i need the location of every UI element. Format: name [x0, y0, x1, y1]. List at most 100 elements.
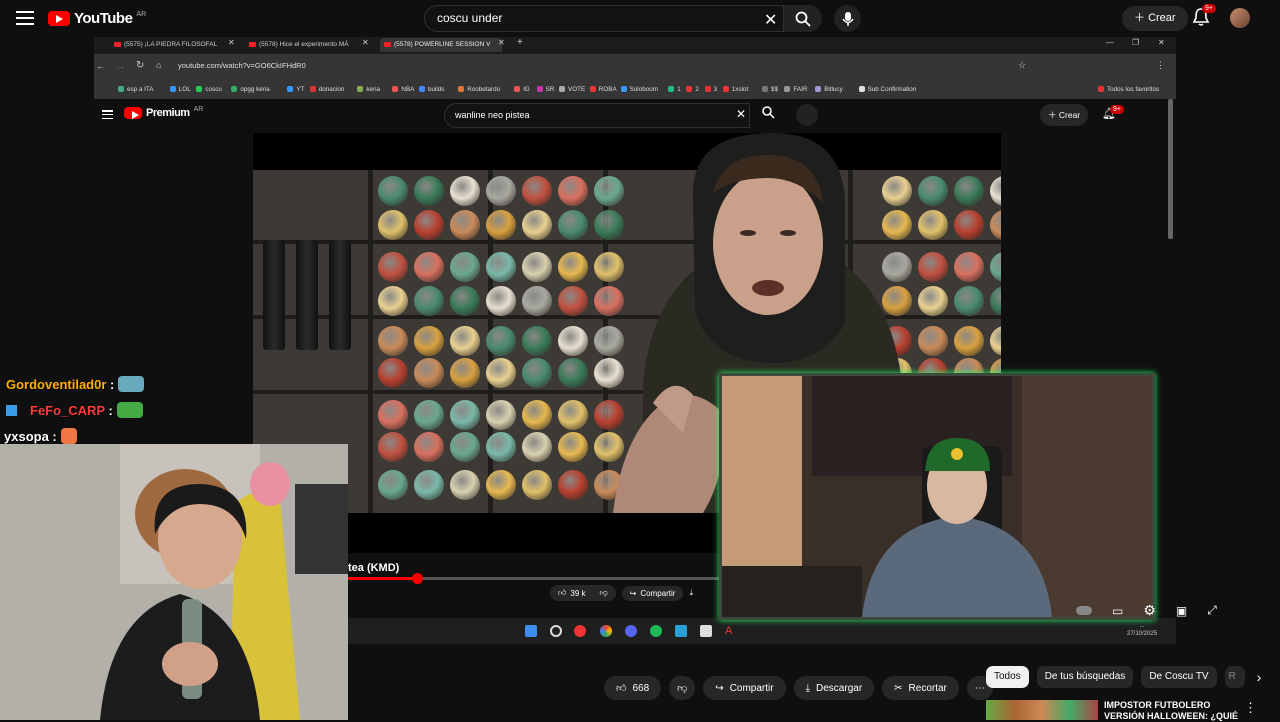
- menu-icon[interactable]: [16, 11, 34, 25]
- bookmark-item[interactable]: $$: [762, 86, 778, 93]
- browser-tab[interactable]: (5578) Hice el experimento MÁ: [245, 38, 357, 52]
- bookmark-item[interactable]: keria: [357, 86, 380, 93]
- inner-scrollbar[interactable]: [1168, 99, 1173, 239]
- autoplay-toggle[interactable]: [1076, 606, 1092, 615]
- app-icon[interactable]: [675, 625, 687, 637]
- close-tab-icon[interactable]: ✕: [498, 38, 505, 47]
- inner-search-input[interactable]: wanline neo pistea: [444, 103, 750, 128]
- windows-start-icon[interactable]: [525, 625, 537, 637]
- recommendation-title[interactable]: IMPOSTOR FUTBOLERO VERSIÓN HALLOWEEN: ¿Q…: [1104, 700, 1240, 722]
- bookmark-item[interactable]: Roobetardo: [458, 86, 500, 93]
- search-input[interactable]: coscu under: [424, 5, 784, 32]
- chrome-icon[interactable]: [600, 625, 612, 637]
- inner-download-icon[interactable]: ⤓: [689, 588, 693, 598]
- clear-search-icon[interactable]: ✕: [764, 10, 777, 30]
- chat-username: yxsopa: [4, 429, 49, 444]
- search-icon[interactable]: [550, 625, 562, 637]
- chip-from-searches[interactable]: De tus búsquedas: [1036, 666, 1134, 688]
- spray-can: [522, 176, 552, 206]
- bookmark-item[interactable]: Sub Confirmation: [859, 86, 917, 93]
- recommendation-thumbnail[interactable]: [986, 700, 1098, 720]
- chevron-right-icon[interactable]: ›: [1257, 666, 1262, 688]
- bookmark-item[interactable]: opgg keria: [231, 86, 269, 93]
- inner-share-button[interactable]: ↪ Compartir: [621, 585, 684, 601]
- app-icon[interactable]: A: [725, 625, 737, 637]
- app-icon[interactable]: [700, 625, 712, 637]
- voice-search-button[interactable]: [834, 5, 861, 32]
- dislike-button[interactable]: 👎︎: [669, 676, 696, 700]
- download-button[interactable]: ⤓ Descargar: [793, 676, 875, 700]
- url-field[interactable]: youtube.com/watch?v=GO6CkIFHdR0: [178, 61, 306, 70]
- bookmark-item[interactable]: NBA: [392, 86, 414, 93]
- bookmark-item[interactable]: VOTE: [559, 86, 585, 93]
- share-button[interactable]: ↪ Compartir: [703, 676, 786, 700]
- browser-tab[interactable]: (5575) ¡LA PIEDRA FILOSOFAL: [110, 38, 230, 52]
- seek-track[interactable]: [423, 577, 719, 580]
- bookmark-item[interactable]: 3: [705, 86, 718, 93]
- settings-gear-icon[interactable]: ⚙: [1143, 602, 1156, 619]
- thumbs-down-icon[interactable]: 👎︎: [600, 588, 608, 598]
- inner-create-button[interactable]: ＋ Crear: [1040, 104, 1089, 126]
- inner-video-actions: 👍︎ 39 k 👎︎ ↪ Compartir ⤓: [550, 583, 693, 603]
- new-tab-icon[interactable]: +: [517, 37, 523, 48]
- forward-icon[interactable]: →: [116, 61, 125, 71]
- seek-thumb[interactable]: [412, 573, 423, 584]
- miniplayer-icon[interactable]: ▣: [1176, 604, 1187, 618]
- browser-menu-icon[interactable]: ⋮: [1156, 60, 1165, 71]
- inner-microphone-icon[interactable]: [796, 104, 818, 126]
- bookmark-item[interactable]: SR: [537, 86, 555, 93]
- bookmark-item[interactable]: esp a ITA: [118, 86, 153, 93]
- create-label: Crear: [1148, 12, 1176, 24]
- taskbar-clock[interactable]: ... 27/10/2025: [1127, 622, 1157, 638]
- youtube-premium-logo[interactable]: Premium AR: [124, 106, 203, 119]
- bookmark-item[interactable]: IG: [514, 86, 530, 93]
- close-tab-icon[interactable]: ✕: [228, 38, 235, 47]
- bookmark-item[interactable]: 1xslot: [723, 86, 748, 93]
- bookmark-item[interactable]: donacion: [310, 86, 345, 93]
- search-button[interactable]: [784, 5, 822, 32]
- discord-icon[interactable]: [625, 625, 637, 637]
- chip-all[interactable]: Todos: [986, 666, 1029, 688]
- avatar[interactable]: [1230, 8, 1250, 28]
- chat-username: FeFo_CARP: [30, 403, 105, 418]
- spotify-icon[interactable]: [650, 625, 662, 637]
- bookmark-item[interactable]: Bitlucy: [815, 86, 843, 93]
- create-button[interactable]: ＋ Crear: [1122, 6, 1188, 31]
- more-icon: ⋯: [974, 682, 985, 694]
- close-window-icon[interactable]: ✕: [1158, 38, 1165, 47]
- bookmark-item[interactable]: Todos los favoritos: [1098, 86, 1159, 93]
- spray-can: [990, 252, 1001, 282]
- browser-tab-active[interactable]: (5578) POWERLINE SESSION V: [380, 38, 502, 52]
- inner-search-button[interactable]: [762, 106, 775, 124]
- home-icon[interactable]: ⌂: [156, 60, 161, 70]
- reload-icon[interactable]: ↻: [136, 60, 144, 71]
- notifications-button[interactable]: 9+: [1192, 4, 1216, 32]
- fullscreen-icon[interactable]: ⤢: [1207, 603, 1217, 618]
- maximize-icon[interactable]: ❐: [1132, 38, 1139, 47]
- bookmark-item[interactable]: Soloboom: [621, 86, 658, 93]
- bookmark-item[interactable]: ROBA: [590, 86, 617, 93]
- bookmark-item[interactable]: LOL: [170, 86, 191, 93]
- back-icon[interactable]: ←: [96, 61, 105, 71]
- chip-partial[interactable]: R: [1224, 666, 1245, 688]
- minimize-icon[interactable]: —: [1106, 38, 1114, 47]
- close-tab-icon[interactable]: ✕: [362, 38, 369, 47]
- like-button[interactable]: 👍︎ 668: [604, 676, 662, 700]
- clip-button[interactable]: ✂ Recortar: [882, 676, 959, 700]
- star-icon[interactable]: ☆: [1018, 60, 1026, 71]
- rec-menu-icon[interactable]: ⋮: [1244, 700, 1257, 716]
- inner-menu-icon[interactable]: [102, 110, 113, 119]
- subtitles-icon[interactable]: ▭: [1112, 604, 1123, 618]
- inner-clear-search-icon[interactable]: ✕: [736, 107, 746, 121]
- bookmark-item[interactable]: 2: [686, 86, 699, 93]
- inner-like-button[interactable]: 👍︎ 39 k 👎︎: [550, 585, 616, 601]
- chip-from-channel[interactable]: De Coscu TV: [1141, 666, 1217, 688]
- bookmark-item[interactable]: builds: [419, 86, 444, 93]
- bookmark-item[interactable]: FAIR: [784, 86, 807, 93]
- spray-can: [414, 176, 444, 206]
- youtube-logo[interactable]: YouTube AR: [48, 10, 146, 27]
- app-icon[interactable]: [574, 625, 586, 637]
- bookmark-item[interactable]: coscu: [196, 86, 221, 93]
- bookmark-item[interactable]: 1: [668, 86, 681, 93]
- bookmark-item[interactable]: YT: [287, 86, 304, 93]
